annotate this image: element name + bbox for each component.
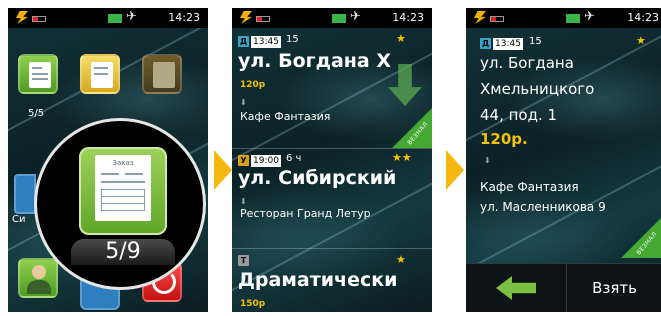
order-type-badge: У	[238, 155, 249, 166]
battery-icon	[256, 16, 270, 22]
status-time: 14:23	[627, 11, 659, 24]
schedule-app-tile[interactable]	[80, 54, 120, 94]
destination-line-1: Кафе Фантазия	[480, 180, 579, 194]
order-type-badge: Т	[238, 255, 249, 266]
document-checkered-icon	[153, 62, 175, 88]
app-logo-icon	[474, 11, 486, 24]
phone-screen-menu: ✈ 14:23 5/5 Си Заказ 5/9	[8, 8, 208, 312]
background-streak	[466, 10, 661, 148]
order-type-badge: Д	[238, 36, 249, 47]
orders-tile-zoomed[interactable]: Заказ	[79, 147, 167, 235]
order-time: 19:00	[251, 155, 281, 167]
order-street: ул. Богдана Х	[238, 50, 391, 72]
app-logo-icon	[240, 11, 252, 24]
order-item[interactable]: Д 13:45 15 ★ ул. Богдана Х 120р ⬇ Кафе Ф…	[232, 30, 432, 148]
back-arrow-icon	[496, 276, 536, 300]
taxi-app-tile[interactable]	[142, 54, 182, 94]
order-type-badge: Д	[480, 38, 491, 49]
order-destination: Кафе Фантазия	[240, 110, 331, 123]
order-destination: Ресторан Гранд Летур	[240, 207, 371, 220]
action-bar: Взять	[466, 263, 661, 312]
doc-table	[101, 189, 145, 211]
phone-screen-order-detail: ✈ 14:23 Д 13:45 15 ★ ул. Богдана Хмельни…	[466, 8, 661, 312]
order-price: 120р.	[480, 130, 528, 148]
network-icon	[332, 14, 346, 23]
route-icon: ⬇	[240, 98, 247, 107]
app-logo-icon	[16, 11, 28, 24]
rating-stars: ★★	[392, 151, 412, 164]
doc-title: Заказ	[112, 159, 134, 167]
status-bar: ✈ 14:23	[466, 8, 661, 28]
satellite-icon: ✈	[584, 9, 595, 24]
next-step-arrow-icon	[214, 150, 232, 190]
profile-app-tile[interactable]	[18, 258, 58, 298]
address-line-3: 44, под. 1	[480, 106, 558, 124]
orders-app-count: 5/5	[28, 108, 45, 119]
order-item[interactable]: Т ★ Драматически 150р	[232, 248, 432, 312]
document-icon: Заказ	[95, 155, 151, 221]
network-icon	[566, 14, 580, 23]
network-icon	[108, 14, 122, 23]
rating-stars: ★	[396, 253, 406, 266]
address-line-2: Хмельницкого	[480, 80, 595, 98]
person-icon	[32, 265, 46, 279]
document-clock-icon	[91, 62, 113, 88]
back-button[interactable]	[466, 264, 566, 312]
partial-app-label: Си	[12, 214, 26, 225]
destination-line-2: ул. Масленникова 9	[480, 200, 606, 214]
partial-app-tile[interactable]	[14, 174, 36, 214]
swipe-down-arrow-icon	[388, 64, 422, 106]
status-bar: ✈ 14:23	[232, 8, 432, 28]
document-icon	[29, 62, 51, 88]
order-time: 13:45	[493, 38, 523, 50]
order-item[interactable]: У 19:00 6 ч ★★ ул. Сибирский ⬇ Ресторан …	[232, 148, 432, 248]
next-step-arrow-icon	[446, 150, 464, 190]
battery-icon	[490, 16, 504, 22]
rating-stars: ★	[636, 34, 646, 47]
order-street: Драматически	[238, 269, 398, 291]
order-price: 150р	[240, 299, 266, 309]
order-time: 13:45	[251, 36, 281, 48]
order-street: ул. Сибирский	[238, 167, 397, 189]
status-bar: ✈ 14:23	[8, 8, 208, 28]
status-time: 14:23	[168, 11, 200, 24]
satellite-icon: ✈	[350, 9, 361, 24]
satellite-icon: ✈	[126, 9, 137, 24]
orders-app-tile[interactable]	[18, 54, 58, 94]
order-meta: 15	[286, 34, 299, 45]
route-icon: ⬇	[484, 156, 491, 165]
zoom-magnifier: Заказ 5/9	[34, 118, 206, 290]
status-time: 14:23	[392, 11, 424, 24]
route-icon: ⬇	[240, 197, 247, 206]
order-price: 120р	[240, 80, 266, 90]
battery-icon	[32, 16, 46, 22]
rating-stars: ★	[396, 32, 406, 45]
order-meta: 6 ч	[286, 153, 302, 164]
order-meta: 15	[529, 36, 542, 47]
phone-screen-order-list: ✈ 14:23 Д 13:45 15 ★ ул. Богдана Х 120р …	[232, 8, 432, 312]
orders-count: 5/9	[105, 239, 141, 264]
take-order-button[interactable]: Взять	[566, 264, 661, 312]
address-line-1: ул. Богдана	[480, 54, 574, 72]
person-body	[27, 280, 51, 294]
